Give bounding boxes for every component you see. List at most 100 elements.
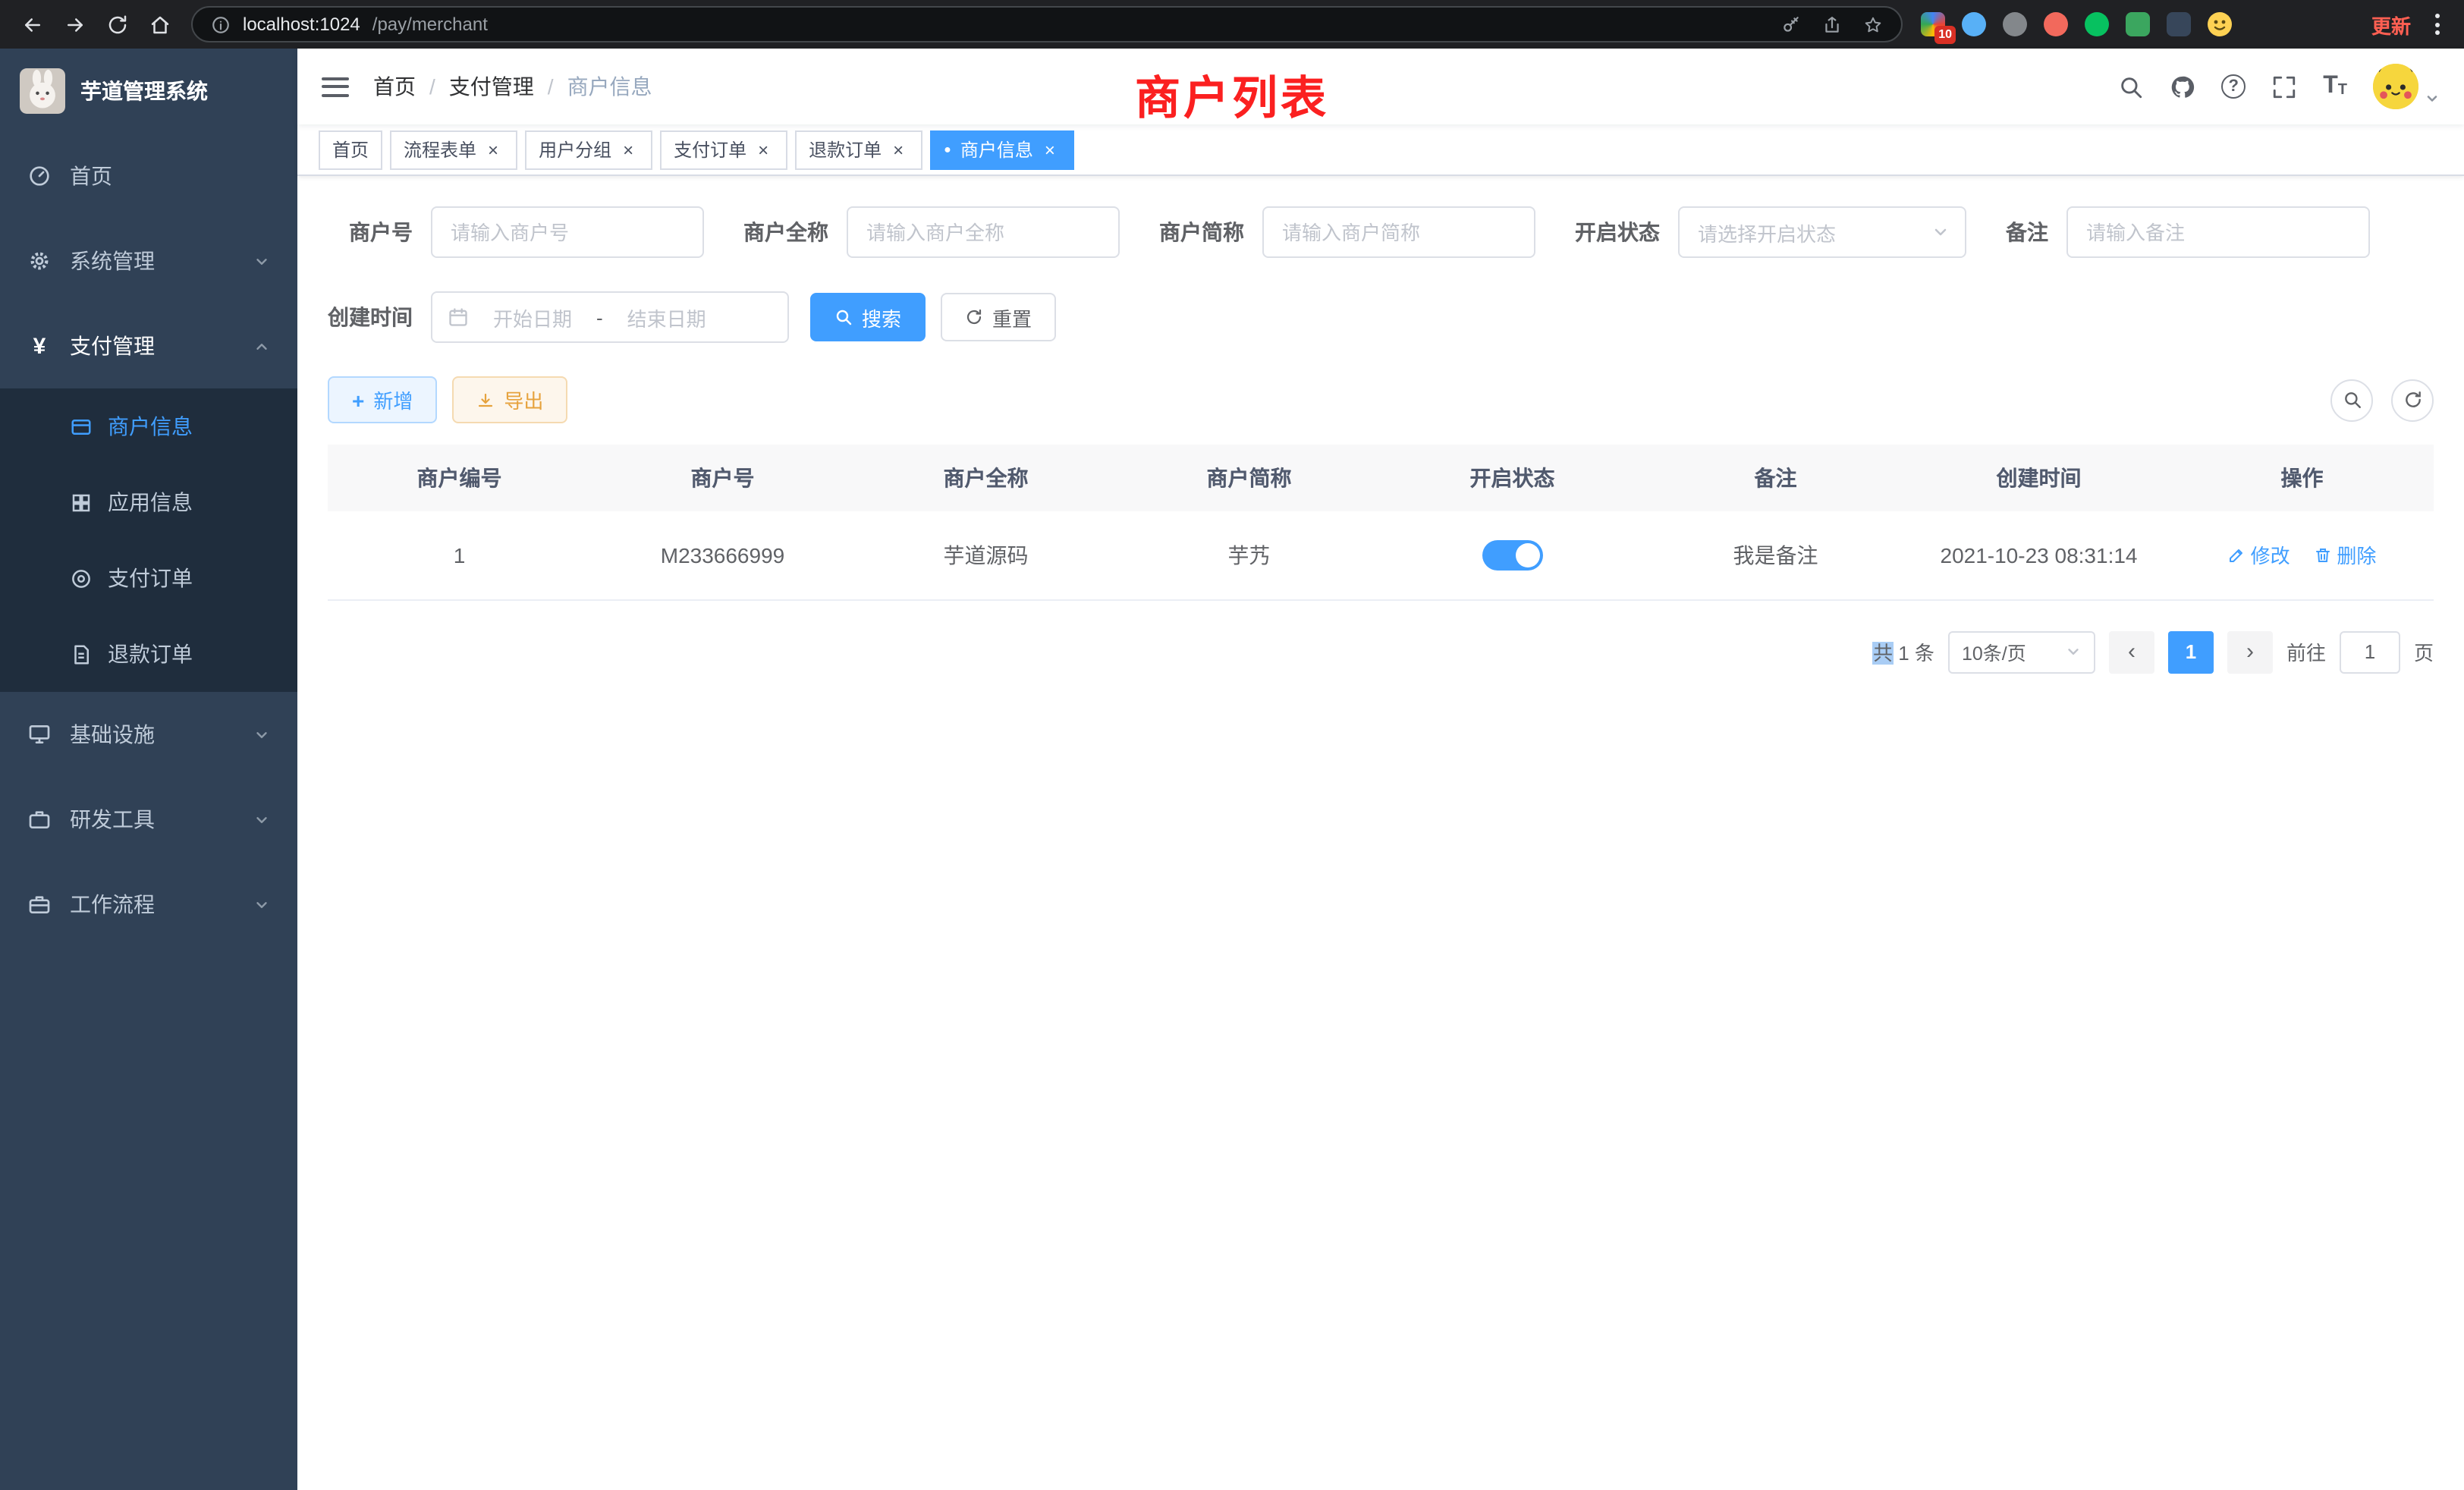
extension-icon[interactable] (2167, 12, 2191, 36)
edit-icon (2228, 546, 2246, 564)
sidebar-item-infrastructure[interactable]: 基础设施 (0, 692, 297, 777)
cell-create-time: 2021-10-23 08:31:14 (1907, 511, 2170, 599)
sidebar-item-label: 商户信息 (108, 411, 193, 442)
status-select[interactable]: 请选择开启状态 (1678, 206, 1966, 258)
browser-menu-icon[interactable] (2426, 11, 2449, 38)
reset-button[interactable]: 重置 (941, 293, 1056, 341)
sidebar-item-app-info[interactable]: 应用信息 (0, 464, 297, 540)
sidebar-item-home[interactable]: 首页 (0, 134, 297, 218)
address-bar[interactable]: localhost:1024/pay/merchant (191, 6, 1903, 42)
dashboard-icon (27, 164, 52, 188)
search-icon[interactable] (2118, 74, 2144, 99)
browser-update-button[interactable]: 更新 (2356, 10, 2426, 39)
filter-row-2: 创建时间 开始日期 - 结束日期 搜索 重置 (328, 291, 2434, 343)
home-icon[interactable] (143, 8, 176, 41)
remark-input[interactable] (2066, 206, 2370, 258)
sidebar-item-dev-tools[interactable]: 研发工具 (0, 777, 297, 862)
bookmark-star-icon[interactable] (1863, 14, 1883, 34)
reset-button-label: 重置 (992, 303, 1032, 332)
extension-icon[interactable] (2085, 12, 2109, 36)
trash-icon (2314, 546, 2332, 564)
tab-label: 商户信息 (960, 137, 1033, 162)
sidebar-toggle-icon[interactable] (322, 77, 349, 96)
close-icon[interactable]: × (618, 139, 639, 160)
edit-button[interactable]: 修改 (2228, 541, 2290, 570)
extension-icon[interactable]: 10 (1921, 12, 1945, 36)
tab-label: 流程表单 (404, 137, 476, 162)
breadcrumb-home[interactable]: 首页 (373, 71, 416, 102)
navbar-actions: ? TT (2118, 64, 2440, 109)
logo[interactable]: 芋道管理系统 (0, 49, 297, 134)
tab-merchant-info[interactable]: ● 商户信息 × (930, 130, 1074, 169)
extension-icon[interactable] (2044, 12, 2068, 36)
chevron-down-icon (2425, 91, 2440, 106)
password-key-icon[interactable] (1781, 14, 1801, 34)
cell-full-name: 芋道源码 (854, 511, 1117, 599)
avatar (2373, 64, 2418, 109)
site-info-icon[interactable] (211, 14, 231, 34)
forward-icon[interactable] (58, 8, 91, 41)
table-toolbar: + 新增 导出 (328, 376, 2434, 423)
sidebar-item-label: 应用信息 (108, 487, 193, 517)
tab-refund-order[interactable]: 退款订单 × (795, 130, 922, 169)
page-size-select[interactable]: 10条/页 (1948, 630, 2095, 673)
back-icon[interactable] (15, 8, 49, 41)
close-icon[interactable]: × (888, 139, 909, 160)
goto-page-input[interactable] (2340, 630, 2400, 673)
breadcrumb-payment[interactable]: 支付管理 (449, 71, 534, 102)
tab-user-group[interactable]: 用户分组 × (525, 130, 652, 169)
sidebar-item-workflow[interactable]: 工作流程 (0, 862, 297, 947)
add-button[interactable]: + 新增 (328, 376, 437, 423)
prev-page-button[interactable]: ‹ (2109, 630, 2154, 673)
extension-icon[interactable] (2003, 12, 2027, 36)
help-icon[interactable]: ? (2221, 74, 2246, 99)
emoji-extension-icon[interactable] (2208, 12, 2232, 36)
user-menu[interactable] (2373, 64, 2440, 109)
extension-badge: 10 (1934, 26, 1956, 44)
breadcrumb: 首页 / 支付管理 / 商户信息 (373, 71, 652, 102)
status-toggle[interactable] (1482, 540, 1543, 571)
sidebar-item-system[interactable]: 系统管理 (0, 218, 297, 303)
tab-pay-order[interactable]: 支付订单 × (660, 130, 787, 169)
remark-label: 备注 (2006, 217, 2048, 247)
browser-toolbar: localhost:1024/pay/merchant 10 更新 (0, 0, 2464, 49)
date-range-picker[interactable]: 开始日期 - 结束日期 (431, 291, 789, 343)
chevron-down-icon (1931, 223, 1950, 241)
date-separator: - (596, 306, 603, 328)
next-page-button[interactable]: › (2227, 630, 2273, 673)
merchant-no-label: 商户号 (328, 217, 413, 247)
extension-icon[interactable] (1962, 12, 1986, 36)
search-button[interactable]: 搜索 (810, 293, 926, 341)
close-icon[interactable]: × (1039, 139, 1061, 160)
share-icon[interactable] (1822, 14, 1842, 34)
sidebar-item-label: 研发工具 (70, 804, 155, 835)
merchant-no-input[interactable] (431, 206, 704, 258)
full-name-input[interactable] (847, 206, 1120, 258)
short-name-input[interactable] (1262, 206, 1535, 258)
tab-process-form[interactable]: 流程表单 × (390, 130, 517, 169)
extension-icon[interactable] (2126, 12, 2150, 36)
close-icon[interactable]: × (753, 139, 774, 160)
cell-status (1381, 511, 1644, 599)
delete-button[interactable]: 删除 (2314, 541, 2376, 570)
github-icon[interactable] (2170, 74, 2195, 99)
close-icon[interactable]: × (482, 139, 504, 160)
tab-home[interactable]: 首页 (319, 130, 382, 169)
sidebar-item-label: 退款订单 (108, 639, 193, 669)
toggle-search-button[interactable] (2330, 379, 2373, 421)
export-button[interactable]: 导出 (452, 376, 567, 423)
sidebar-item-label: 系统管理 (70, 246, 155, 276)
pagination-total-count: 1 条 (1898, 642, 1934, 665)
font-size-icon[interactable]: TT (2323, 74, 2347, 99)
sidebar-item-pay-order[interactable]: 支付订单 (0, 540, 297, 616)
page-1-button[interactable]: 1 (2168, 630, 2214, 673)
refresh-table-button[interactable] (2391, 379, 2434, 421)
page: 芋道管理系统 首页 系统管理 ¥ 支付管理 商户信息 (0, 49, 2464, 1490)
reload-icon[interactable] (100, 8, 134, 41)
sidebar-item-payment[interactable]: ¥ 支付管理 (0, 303, 297, 388)
card-icon (70, 415, 93, 438)
sidebar-item-merchant-info[interactable]: 商户信息 (0, 388, 297, 464)
download-icon (476, 391, 495, 409)
sidebar-item-refund-order[interactable]: 退款订单 (0, 616, 297, 692)
fullscreen-icon[interactable] (2271, 74, 2297, 99)
